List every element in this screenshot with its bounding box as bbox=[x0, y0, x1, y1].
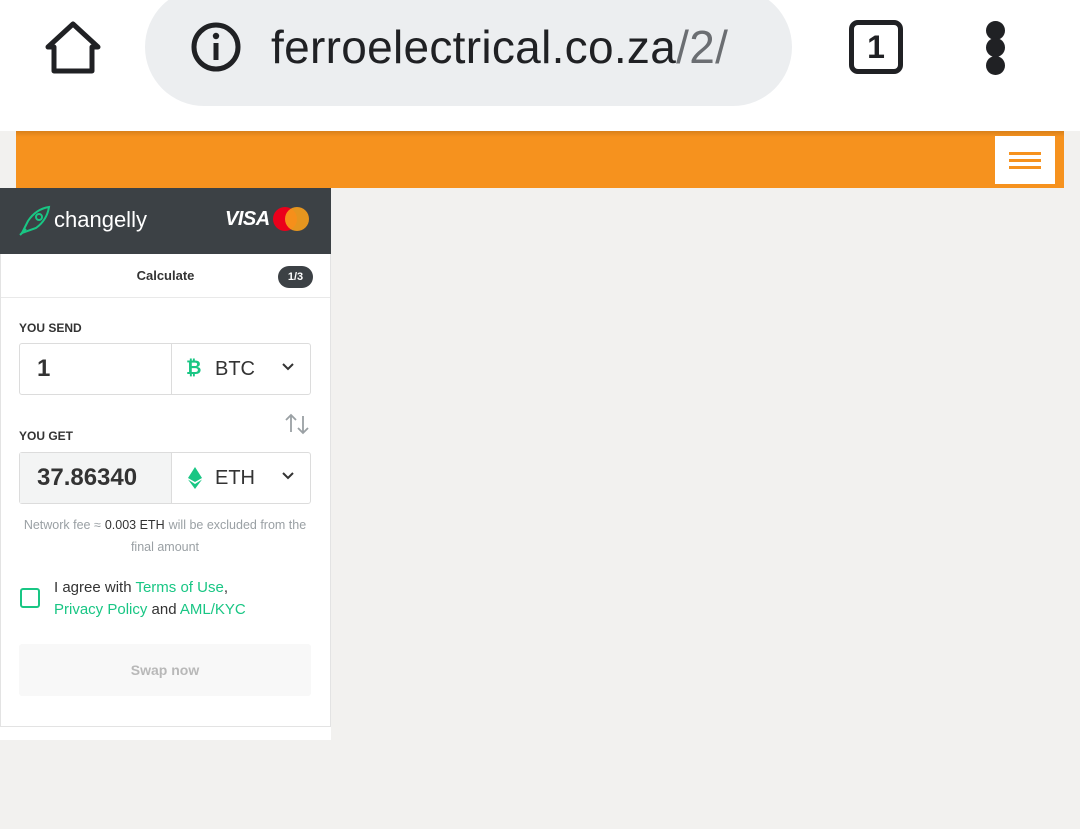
url-text[interactable]: ferroelectrical.co.za/2/ bbox=[271, 18, 728, 76]
swap-now-button[interactable]: Swap now bbox=[19, 644, 311, 696]
step-badge: 1/3 bbox=[278, 266, 313, 288]
mastercard-logo-circle bbox=[285, 207, 309, 231]
get-amount-output: 37.86340 bbox=[20, 453, 172, 503]
network-fee-note: Network fee ≈0.003 ETH will be excluded f… bbox=[23, 518, 307, 554]
tab-switcher-button[interactable]: 1 bbox=[849, 20, 903, 74]
browser-toolbar: ferroelectrical.co.za/2/ 1 bbox=[0, 0, 1080, 131]
network-fee-value: 0.003 ETH bbox=[104, 518, 165, 532]
chevron-down-icon bbox=[282, 363, 294, 371]
step-header: Calculate 1/3 bbox=[1, 254, 330, 298]
send-currency-select[interactable]: ₿ BTC bbox=[172, 344, 310, 394]
more-menu-icon[interactable] bbox=[984, 21, 1008, 75]
bitcoin-icon: ₿ bbox=[186, 358, 202, 379]
changelly-widget: changelly VISA Calculate 1/3 YOU SEND 1 … bbox=[0, 188, 331, 740]
home-icon[interactable] bbox=[42, 18, 104, 78]
get-currency-label: ETH bbox=[215, 467, 255, 489]
you-get-label: YOU GET bbox=[19, 429, 74, 443]
agree-text: I agree with Terms of Use, Privacy Polic… bbox=[54, 579, 246, 618]
widget-header: changelly VISA bbox=[0, 188, 331, 254]
send-amount-input[interactable]: 1 bbox=[20, 344, 172, 394]
get-field: 37.86340 ETH bbox=[19, 452, 311, 504]
send-currency-label: BTC bbox=[215, 358, 255, 380]
terms-of-use-link[interactable]: Terms of Use bbox=[135, 579, 223, 596]
chevron-down-icon bbox=[282, 472, 294, 480]
hamburger-menu-icon[interactable] bbox=[995, 136, 1055, 184]
you-send-label: YOU SEND bbox=[19, 321, 82, 335]
swap-direction-icon[interactable] bbox=[284, 412, 310, 436]
site-header bbox=[16, 131, 1064, 188]
ethereum-icon bbox=[188, 467, 202, 489]
info-icon[interactable] bbox=[189, 20, 243, 74]
rocket-logo-icon bbox=[19, 205, 51, 236]
agree-checkbox[interactable] bbox=[20, 588, 40, 608]
get-currency-select[interactable]: ETH bbox=[172, 453, 310, 503]
changelly-brand: changelly bbox=[54, 207, 147, 232]
aml-kyc-link[interactable]: AML/KYC bbox=[180, 601, 246, 618]
send-field: 1 ₿ BTC bbox=[19, 343, 311, 395]
privacy-policy-link[interactable]: Privacy Policy bbox=[54, 601, 147, 618]
visa-logo: VISA bbox=[225, 208, 270, 230]
